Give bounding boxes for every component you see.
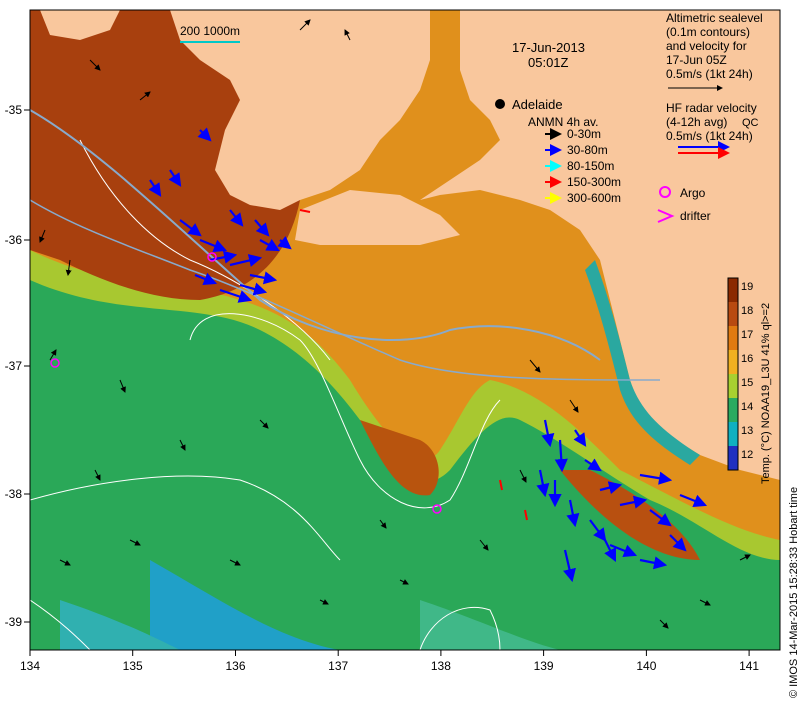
colorbar [727, 277, 739, 471]
hf-legend-line: (4-12h avg) [666, 115, 727, 129]
colorbar-tick: 18 [741, 305, 753, 317]
argo-legend-label: Argo [680, 186, 706, 200]
x-tick-label: 138 [431, 659, 451, 673]
x-tick-label: 137 [328, 659, 348, 673]
x-tick-label: 139 [534, 659, 554, 673]
x-tick-label: 140 [636, 659, 656, 673]
y-tick-label: -36 [5, 233, 23, 247]
colorbar-tick: 13 [741, 425, 753, 437]
sst-map: 134 135 136 137 138 139 140 141 -35 -36 … [5, 9, 781, 673]
date-label: 17-Jun-2013 [512, 40, 585, 55]
colorbar-tick: 15 [741, 377, 753, 389]
city-marker [495, 99, 505, 109]
y-tick-label: -39 [5, 615, 23, 629]
drifter-legend-label: drifter [680, 209, 711, 223]
altimetry-legend-line: 0.5m/s (1kt 24h) [666, 67, 753, 81]
hf-legend-line: HF radar velocity [666, 101, 757, 115]
colorbar-tick: 19 [741, 281, 753, 293]
hf-legend-line: 0.5m/s (1kt 24h) [666, 129, 753, 143]
colorbar-tick: 12 [741, 449, 753, 461]
y-tick-label: -37 [5, 359, 23, 373]
x-tick-label: 136 [225, 659, 245, 673]
y-tick-label: -35 [5, 103, 23, 117]
anmn-legend-label: 0-30m [567, 127, 601, 141]
colorbar-tick: 16 [741, 353, 753, 365]
anmn-legend-label: 30-80m [567, 143, 608, 157]
time-label: 05:01Z [528, 55, 569, 70]
altimetry-legend-line: (0.1m contours) [666, 25, 750, 39]
colorbar-tick: 14 [741, 401, 753, 413]
anmn-legend-label: 150-300m [567, 175, 621, 189]
credit-text: © IMOS 14-Mar-2015 15:28:33 Hobart time [788, 486, 800, 698]
anmn-legend-label: 300-600m [567, 191, 621, 205]
x-tick-label: 134 [20, 659, 40, 673]
altimetry-legend-line: Altimetric sealevel [666, 11, 763, 25]
colorbar-title: Temp. (°C) NOAA19_L3U 41% ql>=2 [760, 302, 772, 484]
anmn-legend-label: 80-150m [567, 159, 614, 173]
hf-legend-qc: QC [742, 117, 759, 129]
x-tick-label: 141 [739, 659, 759, 673]
city-label: Adelaide [512, 97, 563, 112]
x-tick-label: 135 [123, 659, 143, 673]
altimetry-legend-line: 17-Jun 05Z [666, 53, 727, 67]
y-tick-label: -38 [5, 487, 23, 501]
altimetry-legend-line: and velocity for [666, 39, 747, 53]
depth-scale-label: 200 1000m [180, 24, 240, 38]
colorbar-tick: 17 [741, 329, 753, 341]
